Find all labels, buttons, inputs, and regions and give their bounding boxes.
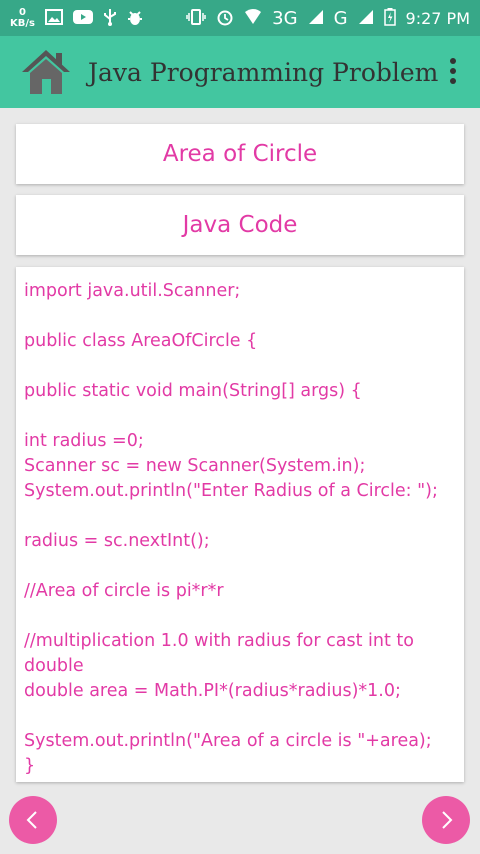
code-panel[interactable]: import java.util.Scanner; public class A… (16, 267, 464, 782)
java-code-button[interactable]: Java Code (16, 195, 464, 255)
image-icon (44, 8, 63, 28)
network-label-g: G (333, 7, 348, 29)
bug-icon (127, 8, 143, 29)
alarm-icon (216, 8, 234, 29)
status-bar: 0 KB/s 3G G 9:27 PM (0, 0, 480, 36)
signal-icon (308, 9, 324, 28)
overflow-menu-icon[interactable] (450, 58, 456, 84)
net-speed-indicator: 0 KB/s (10, 7, 35, 29)
next-button[interactable] (422, 796, 470, 844)
chevron-right-icon (442, 811, 453, 829)
previous-button[interactable] (9, 796, 57, 844)
vibrate-icon (186, 8, 206, 28)
chevron-left-icon (26, 811, 37, 829)
app-bar: Java Programming Problem (0, 36, 480, 108)
java-code-button-label: Java Code (182, 212, 298, 238)
status-right: 3G G 9:27 PM (186, 7, 470, 29)
battery-icon (383, 7, 396, 29)
app-title: Java Programming Problem (88, 57, 439, 87)
topic-button-label: Area of Circle (162, 141, 318, 167)
clock-time: 9:27 PM (405, 8, 470, 28)
network-label-3g: 3G (272, 7, 298, 29)
home-icon[interactable] (20, 46, 72, 98)
status-left: 0 KB/s (10, 7, 143, 29)
code-text: import java.util.Scanner; public class A… (24, 281, 438, 776)
net-speed-value: 0 (19, 7, 26, 18)
usb-icon (103, 8, 117, 29)
signal-icon (358, 9, 374, 28)
topic-button[interactable]: Area of Circle (16, 124, 464, 184)
net-speed-unit: KB/s (10, 18, 35, 29)
wifi-icon (244, 8, 262, 28)
youtube-icon (72, 9, 93, 28)
